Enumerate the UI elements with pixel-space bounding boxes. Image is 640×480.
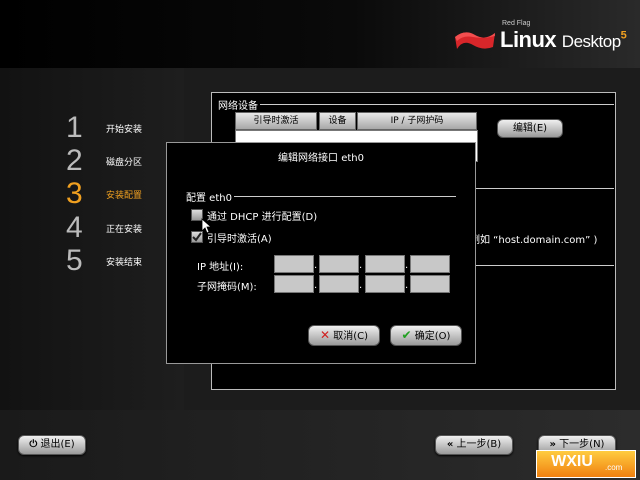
brand-title: Linux Desktop5 (500, 27, 627, 53)
watermark-domain: .com (605, 463, 623, 472)
site-watermark: WXIU .com (536, 450, 636, 478)
dhcp-label: 通过 DHCP 进行配置(D) (207, 212, 318, 223)
mask-separator: . (359, 280, 363, 291)
ok-label: 确定(O) (414, 331, 451, 342)
back-arrow-icon: « (446, 439, 454, 450)
hostname-example: 例如 “host.domain.com” ) (470, 235, 598, 246)
dialog-title: 编辑网络接口 eth0 (278, 153, 364, 164)
check-icon (192, 232, 202, 242)
network-fieldset-line (216, 104, 614, 105)
mask-label: 子网掩码(M): (197, 282, 257, 293)
back-label: 上一步(B) (456, 439, 502, 450)
step-label: 磁盘分区 (106, 158, 143, 168)
column-device[interactable]: 设备 (319, 112, 356, 130)
mask-octet-3[interactable] (365, 275, 405, 293)
brand-desktop: Desktop (561, 32, 621, 51)
ip-separator: . (405, 260, 409, 271)
exit-button[interactable]: ⏻ 退出(E) (18, 435, 86, 455)
step-label: 安装结束 (106, 258, 143, 268)
step-number: 5 (66, 244, 83, 277)
ok-button[interactable]: ✔ 确定(O) (390, 325, 462, 346)
mask-octet-1[interactable] (274, 275, 314, 293)
watermark-text: WXIU (551, 453, 593, 470)
back-button[interactable]: « 上一步(B) (435, 435, 513, 455)
step-number: 3 (66, 177, 83, 210)
hostname-fieldset-line (474, 188, 614, 189)
brand-version: 5 (620, 29, 627, 42)
ip-octet-4[interactable] (410, 255, 450, 273)
next-arrow-icon: » (549, 439, 556, 450)
mask-separator: . (314, 280, 318, 291)
config-legend: 配置 eth0 (184, 189, 234, 204)
step-number: 2 (66, 144, 83, 177)
step-label: 开始安装 (106, 125, 143, 135)
step-1: 1 开始安装 (66, 112, 186, 144)
brand-linux: Linux (500, 27, 557, 52)
header-bar: Red Flag Linux Desktop5 (0, 0, 640, 68)
step-label: 安装配置 (106, 191, 143, 201)
ip-octet-1[interactable] (274, 255, 314, 273)
ip-separator: . (314, 260, 318, 271)
mask-separator: . (405, 280, 409, 291)
brand-small: Red Flag (502, 20, 531, 27)
step-number: 4 (66, 211, 83, 244)
next-label: 下一步(N) (559, 439, 605, 450)
red-flag-logo-icon (455, 32, 495, 49)
boot-checkbox[interactable] (191, 231, 203, 243)
ip-label: IP 地址(I): (197, 262, 244, 273)
step-number: 1 (66, 111, 83, 144)
exit-label: 退出(E) (40, 439, 75, 450)
mask-octet-4[interactable] (410, 275, 450, 293)
ip-octet-3[interactable] (365, 255, 405, 273)
cancel-icon: ✕ (319, 328, 331, 342)
column-ip[interactable]: IP / 子网护码 (357, 112, 477, 130)
network-legend: 网络设备 (216, 97, 260, 112)
ip-octet-2[interactable] (319, 255, 359, 273)
ip-separator: . (359, 260, 363, 271)
cancel-button[interactable]: ✕ 取消(C) (308, 325, 380, 346)
cancel-label: 取消(C) (333, 331, 369, 342)
edit-button[interactable]: 编辑(E) (497, 119, 563, 138)
ok-icon: ✔ (401, 328, 412, 342)
misc-fieldset-line (474, 265, 614, 266)
mask-octet-2[interactable] (319, 275, 359, 293)
step-label: 正在安装 (106, 225, 143, 235)
boot-label: 引导时激活(A) (207, 234, 272, 245)
column-boot[interactable]: 引导时激活 (235, 112, 317, 130)
power-icon: ⏻ (29, 439, 38, 450)
